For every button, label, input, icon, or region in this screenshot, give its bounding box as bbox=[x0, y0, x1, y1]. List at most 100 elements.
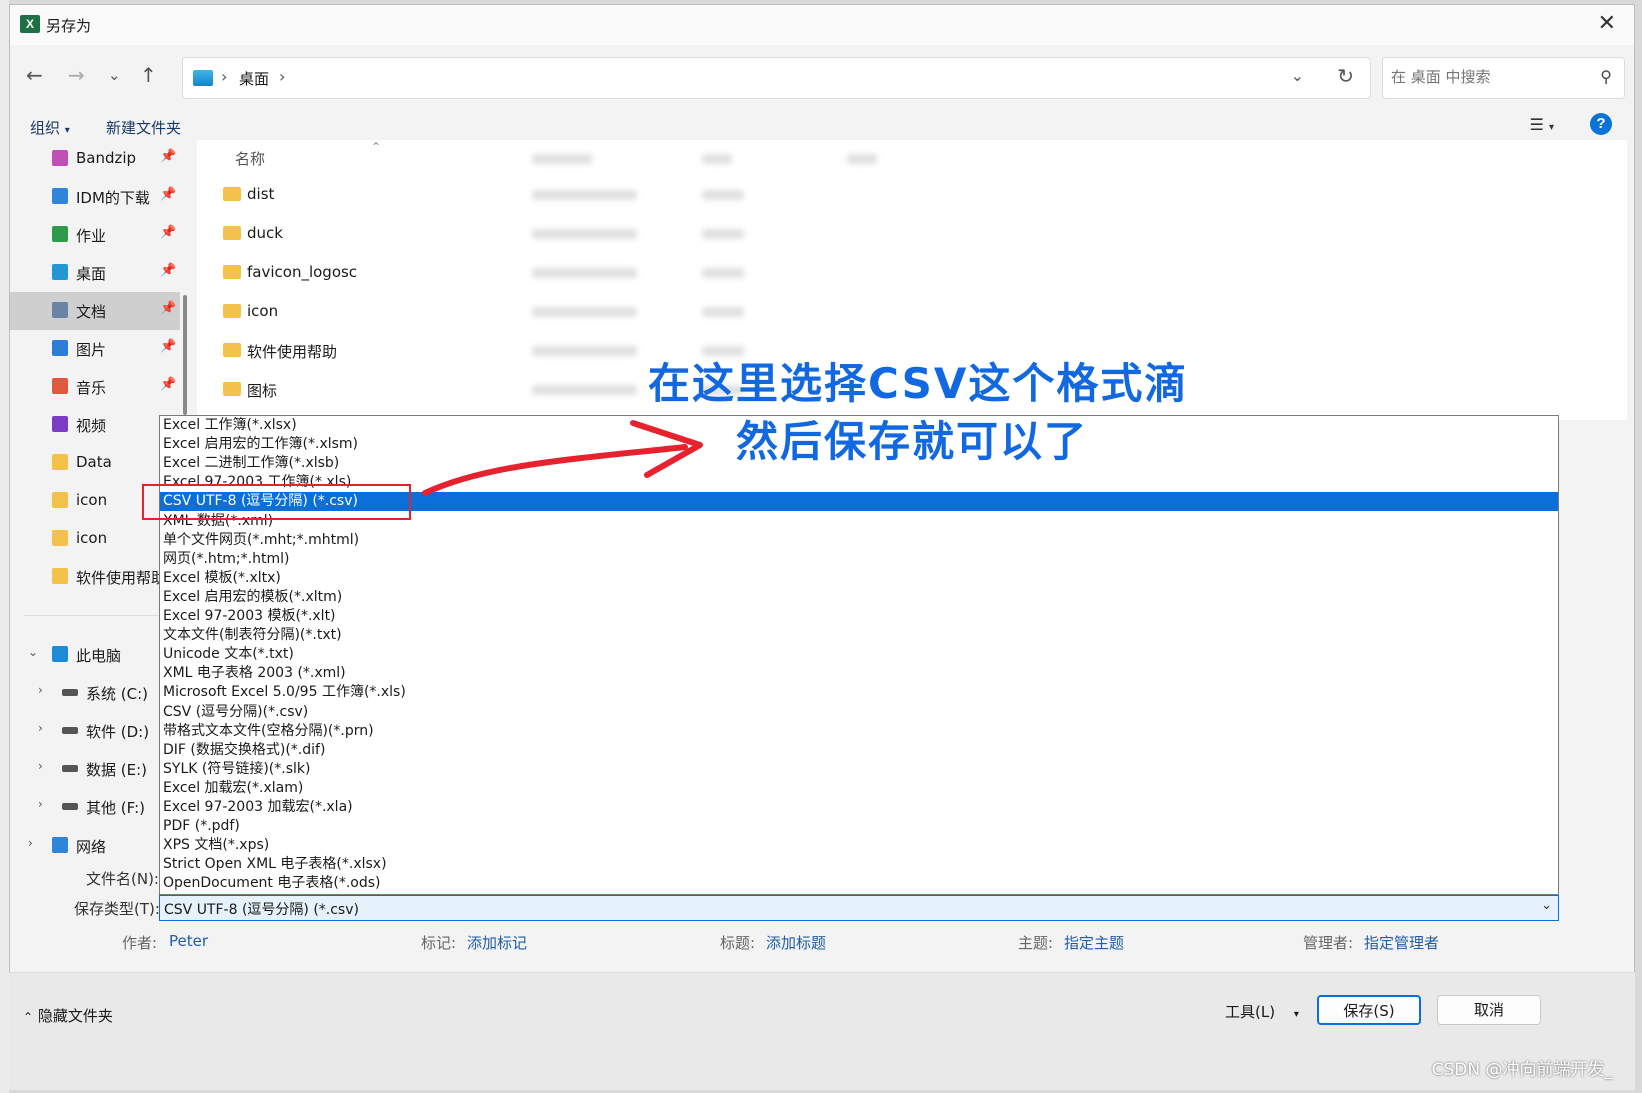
sidebar-item-drive[interactable]: › 软件 (D:) bbox=[10, 712, 180, 750]
file-type-option[interactable]: Excel 加载宏(*.xlam) bbox=[160, 779, 1558, 798]
file-type-option[interactable]: PDF (*.pdf) bbox=[160, 817, 1558, 836]
chevron-down-icon: ⌄ bbox=[1541, 898, 1552, 913]
subject-label: 主题: bbox=[1018, 934, 1054, 952]
sidebar-item[interactable]: 桌面 📌 bbox=[10, 254, 180, 292]
pin-icon[interactable]: 📌 bbox=[160, 149, 176, 164]
pin-icon[interactable]: 📌 bbox=[160, 377, 176, 392]
sidebar-item[interactable]: 作业 📌 bbox=[10, 216, 180, 254]
address-bar[interactable]: › 桌面 › ⌄ ↻ bbox=[182, 57, 1371, 99]
save-button[interactable]: 保存(S) bbox=[1317, 995, 1421, 1025]
file-type-option[interactable]: 网页(*.htm;*.html) bbox=[160, 550, 1558, 569]
file-type-option[interactable]: Strict Open XML 电子表格(*.xlsx) bbox=[160, 855, 1558, 874]
view-options-icon[interactable]: ☰ ▾ bbox=[1530, 115, 1554, 134]
column-header-name[interactable]: 名称 bbox=[235, 148, 265, 169]
file-type-option[interactable]: Excel 97-2003 模板(*.xlt) bbox=[160, 607, 1558, 626]
sidebar-item[interactable]: 音乐 📌 bbox=[10, 368, 180, 406]
file-type-option[interactable]: XPS 文档(*.xps) bbox=[160, 836, 1558, 855]
file-row[interactable]: 软件使用帮助 bbox=[197, 332, 457, 370]
subject-value[interactable]: 指定主题 bbox=[1064, 932, 1124, 953]
chevron-up-icon: ⌃ bbox=[23, 1010, 34, 1024]
tools-label: 工具(L) bbox=[1225, 1003, 1276, 1021]
title-bar: X 另存为 ✕ bbox=[10, 5, 1634, 45]
navigation-pane-scrollbar[interactable] bbox=[183, 295, 187, 415]
forward-arrow-icon[interactable]: → bbox=[68, 63, 85, 87]
sidebar-item-drive[interactable]: › 其他 (F:) bbox=[10, 788, 180, 826]
address-dropdown-chevron-icon[interactable]: ⌄ bbox=[1291, 66, 1304, 85]
author-value[interactable]: Peter bbox=[169, 932, 208, 950]
file-row[interactable]: favicon_logosc bbox=[197, 254, 457, 292]
file-row[interactable]: duck bbox=[197, 215, 457, 253]
file-type-option[interactable]: Excel 模板(*.xltx) bbox=[160, 569, 1558, 588]
file-type-option[interactable]: 带格式文本文件(空格分隔)(*.prn) bbox=[160, 722, 1558, 741]
chevron-right-icon[interactable]: › bbox=[28, 836, 33, 850]
sidebar-item-this-pc[interactable]: ⌄ 此电脑 bbox=[10, 636, 180, 674]
file-row[interactable]: dist bbox=[197, 176, 457, 214]
save-type-select[interactable]: CSV UTF-8 (逗号分隔) (*.csv) ⌄ bbox=[159, 895, 1559, 921]
sidebar-item[interactable]: IDM的下载 📌 bbox=[10, 178, 180, 216]
chevron-right-icon[interactable]: › bbox=[38, 721, 43, 735]
file-row[interactable]: icon bbox=[197, 293, 457, 331]
sidebar-item[interactable]: 文档 📌 bbox=[10, 292, 180, 330]
sidebar-item-label: 图片 bbox=[76, 341, 107, 359]
tags-value[interactable]: 添加标记 bbox=[467, 932, 527, 953]
up-arrow-icon[interactable]: ↑ bbox=[140, 63, 157, 87]
file-type-option[interactable]: SYLK (符号链接)(*.slk) bbox=[160, 760, 1558, 779]
chevron-right-icon[interactable]: › bbox=[38, 797, 43, 811]
breadcrumb-chevron-icon[interactable]: › bbox=[279, 67, 285, 86]
desktop-icon bbox=[52, 264, 68, 280]
sidebar-item-network[interactable]: › 网络 bbox=[10, 827, 180, 865]
new-folder-button[interactable]: 新建文件夹 bbox=[106, 117, 181, 138]
file-type-option[interactable]: Excel 97-2003 加载宏(*.xla) bbox=[160, 798, 1558, 817]
breadcrumb-separator-icon: › bbox=[221, 67, 228, 86]
chevron-right-icon[interactable]: › bbox=[38, 683, 43, 697]
back-arrow-icon[interactable]: ← bbox=[26, 63, 43, 87]
sidebar-item[interactable]: 图片 📌 bbox=[10, 330, 180, 368]
sidebar-item[interactable]: 软件使用帮助 bbox=[10, 558, 180, 596]
pin-icon[interactable]: 📌 bbox=[160, 225, 176, 240]
pin-icon[interactable]: 📌 bbox=[160, 339, 176, 354]
pin-icon[interactable]: 📌 bbox=[160, 263, 176, 278]
title-value[interactable]: 添加标题 bbox=[766, 932, 826, 953]
manager-value[interactable]: 指定管理者 bbox=[1364, 932, 1439, 953]
close-icon[interactable]: ✕ bbox=[1598, 11, 1616, 36]
save-type-value: CSV UTF-8 (逗号分隔) (*.csv) bbox=[164, 902, 359, 918]
help-icon[interactable]: ? bbox=[1590, 113, 1612, 135]
file-type-option[interactable]: XML 电子表格 2003 (*.xml) bbox=[160, 664, 1558, 683]
file-type-option[interactable]: Excel 启用宏的模板(*.xltm) bbox=[160, 588, 1558, 607]
sidebar-item[interactable]: Bandzip 📌 bbox=[10, 140, 180, 178]
sidebar-item[interactable]: 视频 bbox=[10, 406, 180, 444]
chevron-right-icon[interactable]: › bbox=[38, 759, 43, 773]
search-input[interactable] bbox=[1391, 68, 1581, 86]
sidebar-item-label: 音乐 bbox=[76, 379, 107, 397]
file-row[interactable]: 图标 bbox=[197, 371, 457, 409]
search-box[interactable]: ⚲ bbox=[1382, 57, 1625, 99]
file-type-option[interactable]: 单个文件网页(*.mht;*.mhtml) bbox=[160, 531, 1558, 550]
sidebar-item-label: icon bbox=[76, 491, 108, 509]
file-type-option[interactable]: CSV (逗号分隔)(*.csv) bbox=[160, 703, 1558, 722]
sidebar-item[interactable]: icon bbox=[10, 520, 180, 558]
cancel-button[interactable]: 取消 bbox=[1437, 995, 1541, 1025]
organize-menu[interactable]: 组织 ▾ bbox=[30, 117, 70, 138]
file-type-option[interactable]: Microsoft Excel 5.0/95 工作簿(*.xls) bbox=[160, 683, 1558, 702]
drive-icon bbox=[62, 803, 78, 810]
refresh-icon[interactable]: ↻ bbox=[1337, 64, 1354, 88]
sidebar-item[interactable]: Data bbox=[10, 444, 180, 482]
tools-menu[interactable]: 工具(L) ▾ bbox=[1225, 1001, 1299, 1022]
recent-locations-chevron-icon[interactable]: ⌄ bbox=[108, 66, 121, 84]
chevron-down-icon[interactable]: ⌄ bbox=[28, 645, 38, 659]
hide-folders-toggle[interactable]: ⌃ 隐藏文件夹 bbox=[23, 1005, 113, 1026]
file-type-option[interactable]: 文本文件(制表符分隔)(*.txt) bbox=[160, 626, 1558, 645]
folder-icon bbox=[52, 530, 68, 546]
sidebar-item-drive[interactable]: › 系统 (C:) bbox=[10, 674, 180, 712]
picture-icon bbox=[52, 340, 68, 356]
file-type-option[interactable]: Unicode 文本(*.txt) bbox=[160, 645, 1558, 664]
sidebar-item-label: icon bbox=[76, 529, 108, 547]
file-type-option[interactable]: DIF (数据交换格式)(*.dif) bbox=[160, 741, 1558, 760]
file-type-option[interactable]: OpenDocument 电子表格(*.ods) bbox=[160, 874, 1558, 893]
pin-icon[interactable]: 📌 bbox=[160, 187, 176, 202]
sidebar-item-drive[interactable]: › 数据 (E:) bbox=[10, 750, 180, 788]
music-icon bbox=[52, 378, 68, 394]
breadcrumb-desktop[interactable]: 桌面 bbox=[239, 68, 269, 89]
excel-app-icon: X bbox=[20, 15, 40, 33]
pin-icon[interactable]: 📌 bbox=[160, 301, 176, 316]
